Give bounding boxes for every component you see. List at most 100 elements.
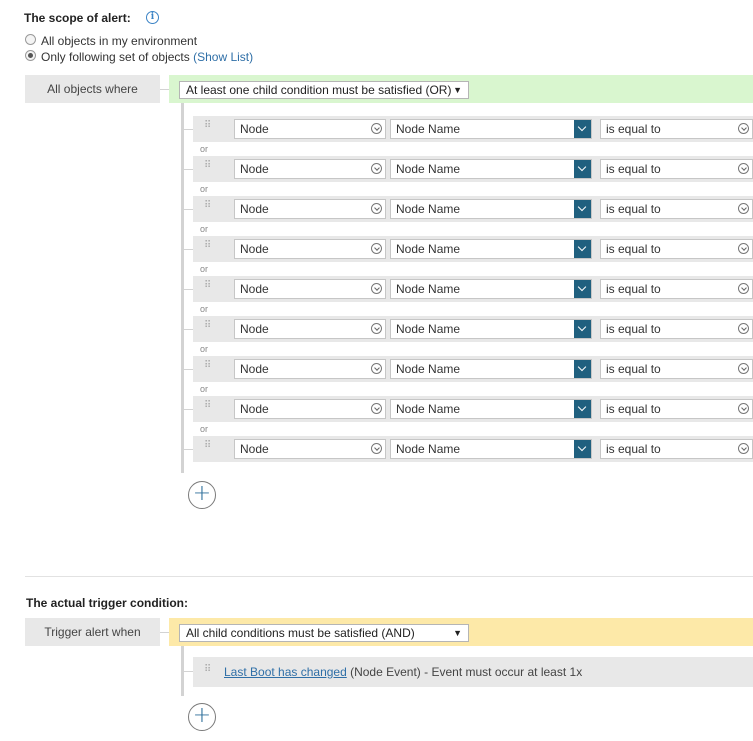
caret-down-icon: ▼ [453,628,462,638]
radio-all-objects-label[interactable]: All objects in my environment [41,34,197,48]
or-separator: or [200,384,209,394]
drag-handle-icon[interactable]: ⠿ [204,401,214,411]
scope-operator-select[interactable]: At least one child condition must be sat… [179,81,469,99]
drag-handle-icon[interactable]: ⠿ [204,321,214,331]
condition-row: ⠿ Node Node Name is equal to [193,196,753,222]
show-list-link[interactable]: (Show List) [193,50,253,64]
connector-line [184,129,193,130]
comparison-select[interactable]: is equal to [600,119,753,139]
drag-handle-icon[interactable]: ⠿ [204,161,214,171]
object-type-select[interactable]: Node [234,279,386,299]
object-type-value: Node [240,442,269,456]
condition-row: ⠿ Node Node Name is equal to [193,156,753,182]
comparison-value: is equal to [606,362,661,376]
field-select[interactable]: Node Name [390,159,592,179]
info-icon[interactable]: i [146,11,159,24]
comparison-select[interactable]: is equal to [600,279,753,299]
comparison-select[interactable]: is equal to [600,439,753,459]
connector-line [184,209,193,210]
object-type-value: Node [240,322,269,336]
connector-line [184,671,193,672]
drag-handle-icon[interactable]: ⠿ [204,121,214,131]
object-type-select[interactable]: Node [234,439,386,459]
radio-all-objects[interactable] [25,34,36,45]
comparison-select[interactable]: is equal to [600,359,753,379]
or-separator: or [200,424,209,434]
chevron-down-icon [371,203,382,214]
comparison-value: is equal to [606,442,661,456]
comparison-select[interactable]: is equal to [600,159,753,179]
drag-handle-icon[interactable]: ⠿ [204,665,214,675]
chevron-down-icon [371,243,382,254]
object-type-select[interactable]: Node [234,199,386,219]
object-type-select[interactable]: Node [234,119,386,139]
caret-down-icon: ▼ [453,85,462,95]
chevron-down-icon [574,120,591,138]
connector-line [160,632,169,633]
object-type-select[interactable]: Node [234,159,386,179]
chevron-down-icon [738,243,749,254]
field-select[interactable]: Node Name [390,439,592,459]
object-type-value: Node [240,242,269,256]
object-type-value: Node [240,202,269,216]
object-type-select[interactable]: Node [234,359,386,379]
drag-handle-icon[interactable]: ⠿ [204,281,214,291]
trigger-operator-select[interactable]: All child conditions must be satisfied (… [179,624,469,642]
chevron-down-icon [738,403,749,414]
chevron-down-icon [371,363,382,374]
drag-handle-icon[interactable]: ⠿ [204,441,214,451]
field-select[interactable]: Node Name [390,279,592,299]
trigger-alert-when-label: Trigger alert when [25,618,160,646]
field-value: Node Name [396,122,461,136]
condition-row: ⠿ Node Node Name is equal to [193,236,753,262]
trigger-operator-value: All child conditions must be satisfied (… [186,626,415,640]
connector-line [184,369,193,370]
radio-following-objects-label[interactable]: Only following set of objects (Show List… [41,50,253,64]
radio-following-objects[interactable] [25,50,36,61]
add-trigger-condition-button[interactable]: + [188,703,216,731]
object-type-value: Node [240,402,269,416]
comparison-value: is equal to [606,122,661,136]
field-select[interactable]: Node Name [390,319,592,339]
or-separator: or [200,304,209,314]
chevron-down-icon [574,240,591,258]
object-type-select[interactable]: Node [234,319,386,339]
drag-handle-icon[interactable]: ⠿ [204,361,214,371]
comparison-value: is equal to [606,242,661,256]
radio-following-label-text: Only following set of objects [41,50,190,64]
comparison-value: is equal to [606,282,661,296]
chevron-down-icon [371,323,382,334]
condition-row: ⠿ Node Node Name is equal to [193,116,753,142]
comparison-select[interactable]: is equal to [600,239,753,259]
field-select[interactable]: Node Name [390,239,592,259]
field-select[interactable]: Node Name [390,199,592,219]
chevron-down-icon [738,363,749,374]
event-description: (Node Event) - Event must occur at least… [346,665,583,679]
chevron-down-icon [574,360,591,378]
object-type-select[interactable]: Node [234,399,386,419]
field-value: Node Name [396,162,461,176]
comparison-value: is equal to [606,402,661,416]
field-value: Node Name [396,282,461,296]
drag-handle-icon[interactable]: ⠿ [204,201,214,211]
drag-handle-icon[interactable]: ⠿ [204,241,214,251]
comparison-select[interactable]: is equal to [600,399,753,419]
comparison-select[interactable]: is equal to [600,319,753,339]
event-link[interactable]: Last Boot has changed [224,665,347,679]
field-value: Node Name [396,402,461,416]
field-value: Node Name [396,322,461,336]
connector-line [184,449,193,450]
comparison-select[interactable]: is equal to [600,199,753,219]
all-objects-where-label: All objects where [25,75,160,103]
chevron-down-icon [738,163,749,174]
field-select[interactable]: Node Name [390,119,592,139]
field-value: Node Name [396,442,461,456]
condition-row: ⠿ Node Node Name is equal to [193,396,753,422]
field-select[interactable]: Node Name [390,399,592,419]
add-scope-condition-button[interactable]: + [188,481,216,509]
field-value: Node Name [396,202,461,216]
connector-line [184,249,193,250]
field-select[interactable]: Node Name [390,359,592,379]
object-type-select[interactable]: Node [234,239,386,259]
object-type-value: Node [240,162,269,176]
